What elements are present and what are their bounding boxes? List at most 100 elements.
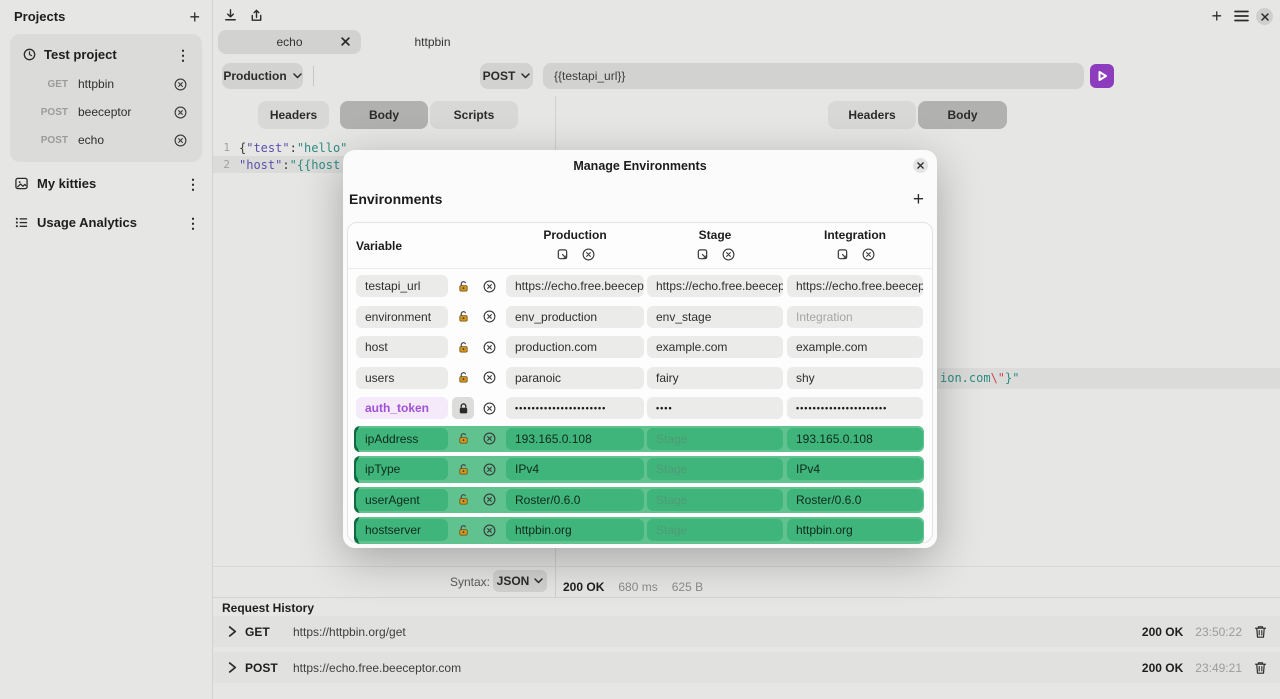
variable-value-input[interactable]: Stage bbox=[647, 428, 783, 450]
response-tab-headers[interactable]: Headers bbox=[828, 101, 916, 129]
add-project-icon[interactable]: + bbox=[189, 10, 200, 24]
delete-variable-icon[interactable] bbox=[478, 371, 500, 384]
variable-value-input[interactable]: Stage bbox=[647, 489, 783, 511]
variable-value-input[interactable]: fairy bbox=[647, 367, 783, 389]
variable-value-input[interactable]: env_stage bbox=[647, 306, 783, 328]
variable-value-input[interactable]: https://echo.free.beecepto bbox=[506, 275, 644, 297]
project-header[interactable]: Test project ⋮ bbox=[10, 38, 202, 70]
variable-name-input[interactable]: users bbox=[356, 367, 448, 389]
tab-close-icon[interactable] bbox=[341, 37, 350, 46]
response-tab-body[interactable]: Body bbox=[918, 101, 1007, 129]
remove-request-icon[interactable] bbox=[174, 134, 187, 147]
url-input[interactable]: {{testapi_url}} bbox=[543, 63, 1084, 89]
lock-open-icon[interactable] bbox=[452, 519, 474, 541]
variable-name-input[interactable]: ipType bbox=[356, 458, 448, 480]
delete-variable-icon[interactable] bbox=[478, 341, 500, 354]
variable-value-input[interactable]: Integration bbox=[787, 306, 923, 328]
variable-value-input[interactable]: Stage bbox=[647, 458, 783, 480]
variable-value-input[interactable]: 193.165.0.108 bbox=[787, 428, 923, 450]
delete-environment-icon[interactable] bbox=[582, 248, 595, 261]
variable-value-input[interactable]: example.com bbox=[787, 336, 923, 358]
variable-value-input[interactable]: shy bbox=[787, 367, 923, 389]
variable-value-input[interactable]: httpbin.org bbox=[787, 519, 923, 541]
variable-value-input[interactable]: •••• bbox=[647, 397, 783, 419]
tab-httpbin[interactable]: httpbin bbox=[361, 30, 504, 54]
lock-open-icon[interactable] bbox=[452, 275, 474, 297]
lock-open-icon[interactable] bbox=[452, 336, 474, 358]
export-icon[interactable] bbox=[249, 8, 264, 23]
chevron-right-icon[interactable] bbox=[228, 626, 237, 637]
delete-variable-icon[interactable] bbox=[478, 310, 500, 323]
variable-name-input[interactable]: testapi_url bbox=[356, 275, 448, 297]
lock-open-icon[interactable] bbox=[452, 489, 474, 511]
variable-name-input[interactable]: hostserver bbox=[356, 519, 448, 541]
sidebar-request-item[interactable]: POSTecho bbox=[10, 126, 202, 154]
variable-value-input[interactable]: https://echo.free.beecepto bbox=[647, 275, 783, 297]
sidebar-item-my-kitties[interactable]: My kitties ⋮ bbox=[0, 166, 212, 201]
project-menu-icon[interactable]: ⋮ bbox=[176, 49, 190, 61]
history-row[interactable]: GEThttps://httpbin.org/get200 OK23:50:22 bbox=[213, 616, 1280, 647]
variable-name-input[interactable]: environment bbox=[356, 306, 448, 328]
lock-open-icon[interactable] bbox=[452, 428, 474, 450]
lock-open-icon[interactable] bbox=[452, 458, 474, 480]
history-row[interactable]: POSThttps://echo.free.beeceptor.com200 O… bbox=[213, 652, 1280, 683]
variable-value-input[interactable]: https://echo.free.beecepto bbox=[787, 275, 923, 297]
sidebar-request-item[interactable]: GEThttpbin bbox=[10, 70, 202, 98]
variable-value-input[interactable]: •••••••••••••••••••••• bbox=[787, 397, 923, 419]
duplicate-environment-icon[interactable] bbox=[836, 248, 849, 261]
menu-icon[interactable] bbox=[1234, 10, 1249, 22]
delete-environment-icon[interactable] bbox=[862, 248, 875, 261]
send-request-button[interactable] bbox=[1090, 64, 1114, 88]
variable-value-input[interactable]: IPv4 bbox=[787, 458, 923, 480]
window-close-icon[interactable] bbox=[1256, 8, 1273, 25]
remove-request-icon[interactable] bbox=[174, 106, 187, 119]
tab-echo[interactable]: echo bbox=[218, 30, 361, 54]
variable-value-input[interactable]: 193.165.0.108 bbox=[506, 428, 644, 450]
variable-value-input[interactable]: example.com bbox=[647, 336, 783, 358]
lock-open-icon[interactable] bbox=[452, 367, 474, 389]
variable-name-input[interactable]: auth_token bbox=[356, 397, 448, 419]
delete-environment-icon[interactable] bbox=[722, 248, 735, 261]
status-code: 200 OK bbox=[563, 580, 604, 594]
my-kitties-menu-icon[interactable]: ⋮ bbox=[186, 178, 200, 190]
variable-value-input[interactable]: IPv4 bbox=[506, 458, 644, 480]
delete-variable-icon[interactable] bbox=[478, 280, 500, 293]
delete-variable-icon[interactable] bbox=[478, 463, 500, 476]
new-tab-icon[interactable]: + bbox=[1211, 8, 1222, 24]
variable-value-input[interactable]: paranoic bbox=[506, 367, 644, 389]
download-icon[interactable] bbox=[223, 8, 238, 23]
add-environment-icon[interactable]: + bbox=[913, 189, 924, 211]
delete-variable-icon[interactable] bbox=[478, 432, 500, 445]
variable-value-input[interactable]: production.com bbox=[506, 336, 644, 358]
delete-history-icon[interactable] bbox=[1254, 661, 1267, 675]
sidebar-item-usage-analytics[interactable]: Usage Analytics ⋮ bbox=[0, 205, 212, 240]
request-tab-body[interactable]: Body bbox=[340, 101, 428, 129]
duplicate-environment-icon[interactable] bbox=[556, 248, 569, 261]
duplicate-environment-icon[interactable] bbox=[696, 248, 709, 261]
remove-request-icon[interactable] bbox=[174, 78, 187, 91]
variable-name-input[interactable]: host bbox=[356, 336, 448, 358]
delete-variable-icon[interactable] bbox=[478, 402, 500, 415]
chevron-right-icon[interactable] bbox=[228, 662, 237, 673]
modal-close-icon[interactable] bbox=[913, 158, 928, 173]
method-select[interactable]: POST bbox=[480, 63, 533, 89]
variable-name-input[interactable]: userAgent bbox=[356, 489, 448, 511]
variable-value-input[interactable]: Stage bbox=[647, 519, 783, 541]
usage-analytics-menu-icon[interactable]: ⋮ bbox=[186, 217, 200, 229]
variable-name-input[interactable]: ipAddress bbox=[356, 428, 448, 450]
variable-value-input[interactable]: Roster/0.6.0 bbox=[787, 489, 923, 511]
syntax-select[interactable]: JSON bbox=[493, 570, 547, 592]
delete-variable-icon[interactable] bbox=[478, 493, 500, 506]
sidebar-request-item[interactable]: POSTbeeceptor bbox=[10, 98, 202, 126]
variable-value-input[interactable]: httpbin.org bbox=[506, 519, 644, 541]
request-tab-headers[interactable]: Headers bbox=[258, 101, 329, 129]
variable-value-input[interactable]: env_production bbox=[506, 306, 644, 328]
variable-value-input[interactable]: •••••••••••••••••••••• bbox=[506, 397, 644, 419]
lock-closed-icon[interactable] bbox=[452, 397, 474, 419]
delete-history-icon[interactable] bbox=[1254, 625, 1267, 639]
environment-select[interactable]: Production bbox=[222, 63, 303, 89]
lock-open-icon[interactable] bbox=[452, 306, 474, 328]
delete-variable-icon[interactable] bbox=[478, 524, 500, 537]
request-tab-scripts[interactable]: Scripts bbox=[430, 101, 518, 129]
variable-value-input[interactable]: Roster/0.6.0 bbox=[506, 489, 644, 511]
